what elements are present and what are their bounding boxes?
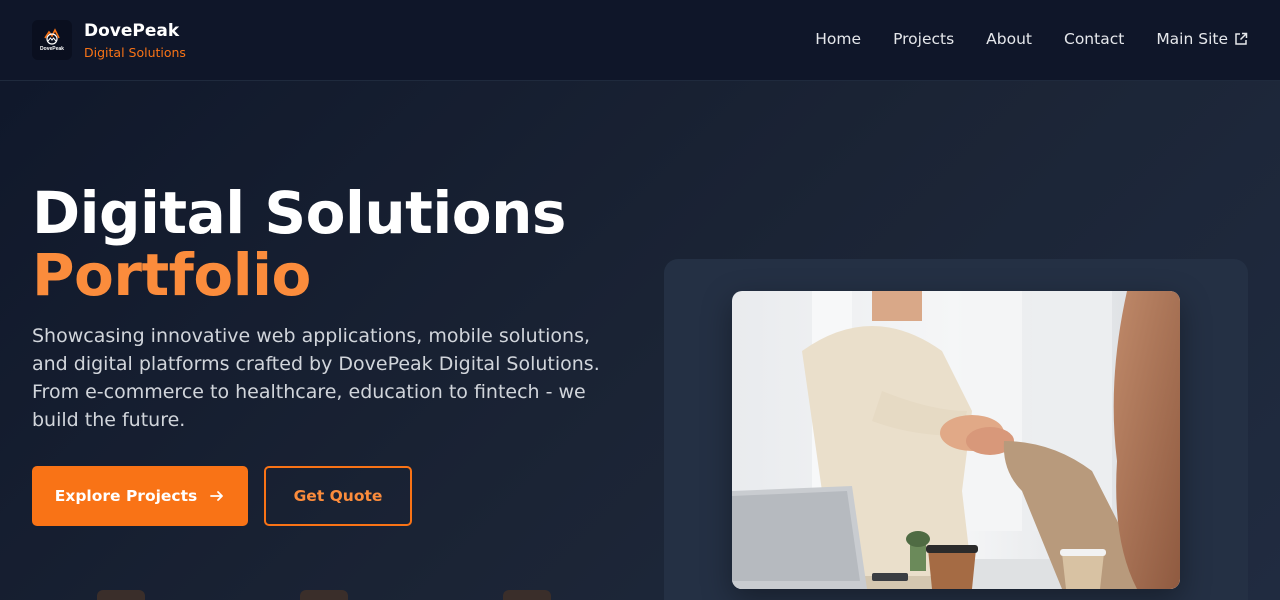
main-nav: Home Projects About Contact Main Site bbox=[815, 30, 1248, 48]
hero-title: Digital Solutions bbox=[32, 179, 566, 247]
external-link-icon bbox=[1235, 32, 1248, 45]
logo-text: DovePeak bbox=[40, 46, 64, 52]
brand-tagline: Digital Solutions bbox=[84, 45, 186, 60]
explore-projects-label: Explore Projects bbox=[54, 487, 198, 505]
get-quote-button[interactable]: Get Quote bbox=[264, 466, 412, 526]
nav-main-site-label: Main Site bbox=[1156, 30, 1228, 48]
hero-title-accent: Portfolio bbox=[32, 241, 311, 309]
site-header: DovePeak DovePeak Digital Solutions Home… bbox=[0, 0, 1280, 81]
nav-contact-label: Contact bbox=[1064, 30, 1125, 48]
nav-about-label: About bbox=[986, 30, 1032, 48]
stat-icon bbox=[300, 590, 348, 600]
nav-home-label: Home bbox=[815, 30, 862, 48]
explore-projects-button[interactable]: Explore Projects bbox=[32, 466, 248, 526]
business-handshake-photo bbox=[732, 291, 1180, 589]
stat-icon bbox=[97, 590, 145, 600]
nav-contact[interactable]: Contact bbox=[1064, 30, 1124, 48]
nav-projects-label: Projects bbox=[893, 30, 955, 48]
stat-icon bbox=[503, 590, 551, 600]
nav-home[interactable]: Home bbox=[815, 30, 861, 48]
get-quote-label: Get Quote bbox=[293, 487, 383, 505]
arrow-right-icon bbox=[210, 491, 224, 501]
dovepeak-logo-icon[interactable]: DovePeak bbox=[32, 20, 72, 60]
nav-projects[interactable]: Projects bbox=[893, 30, 954, 48]
nav-main-site[interactable]: Main Site bbox=[1156, 30, 1248, 48]
logo-mark: DovePeak bbox=[40, 28, 64, 52]
handshake-illustration bbox=[732, 291, 1180, 589]
hero-description: Showcasing innovative web applications, … bbox=[32, 325, 600, 431]
brand-name[interactable]: DovePeak bbox=[84, 21, 179, 41]
nav-about[interactable]: About bbox=[986, 30, 1032, 48]
